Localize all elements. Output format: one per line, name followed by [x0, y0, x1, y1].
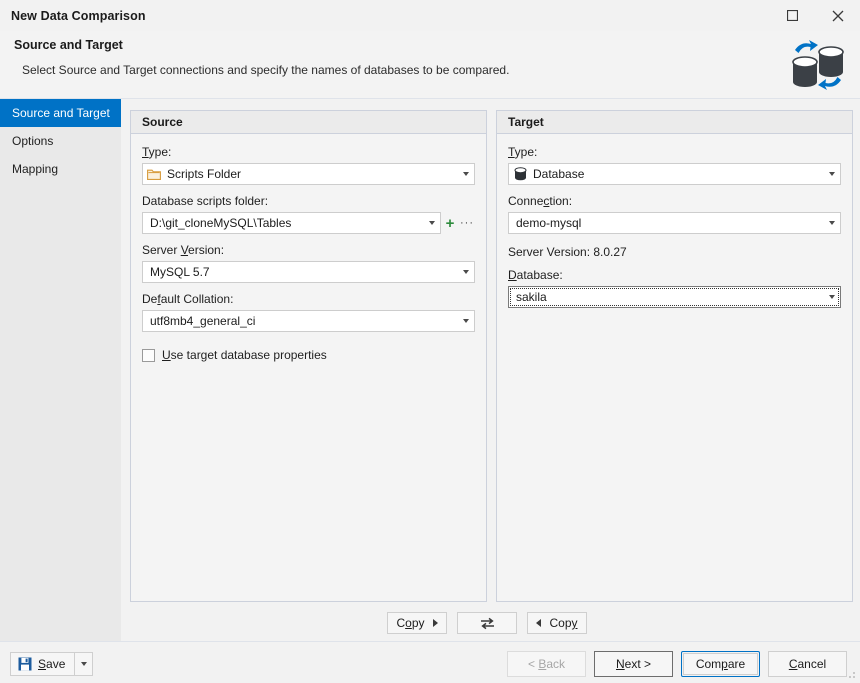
data-comparison-logo	[787, 34, 849, 96]
save-split-button: Save	[10, 652, 94, 676]
page-title: Source and Target	[14, 38, 123, 52]
wizard-header: Source and Target Select Source and Targ…	[0, 31, 860, 99]
maximize-button[interactable]	[770, 0, 815, 31]
cancel-button[interactable]: Cancel	[768, 651, 847, 677]
plus-icon: +	[445, 214, 455, 232]
copy-to-target-label: Copy	[396, 616, 425, 630]
database-sync-icon	[792, 40, 844, 90]
target-connection-dropdown-arrow[interactable]	[823, 213, 840, 233]
source-folder-row: D:\git_cloneMySQL\Tables + ···	[142, 212, 475, 234]
browse-folder-button[interactable]: ···	[459, 213, 475, 233]
target-type-value: Database	[533, 167, 585, 181]
compare-label: Compare	[695, 657, 746, 671]
window-title: New Data Comparison	[11, 8, 146, 23]
source-type-value: Scripts Folder	[167, 167, 242, 181]
source-type-dropdown-arrow[interactable]	[457, 164, 474, 184]
source-collation-label: Default Collation:	[142, 292, 234, 306]
target-connection-combo[interactable]: demo-mysql	[508, 212, 841, 234]
sidebar-item-source-and-target[interactable]: Source and Target	[0, 99, 121, 127]
use-target-properties-row[interactable]: Use target database properties	[142, 348, 475, 362]
copy-to-source-label: Copy	[549, 616, 578, 630]
target-type-combo[interactable]: Database	[508, 163, 841, 185]
sidebar-item-label: Source and Target	[12, 106, 110, 120]
save-icon	[18, 657, 32, 671]
source-type-combo[interactable]: Scripts Folder	[142, 163, 475, 185]
close-button[interactable]	[815, 0, 860, 31]
source-panel: Source Type: Scripts Folder Database scr…	[130, 110, 487, 602]
target-server-version-text: Server Version: 8.0.27	[508, 245, 627, 259]
save-button[interactable]: Save	[10, 652, 75, 676]
copy-controls-bar: Copy Copy	[121, 612, 853, 634]
compare-button-focus-ring: Compare	[681, 651, 760, 677]
target-type-dropdown-arrow[interactable]	[823, 164, 840, 184]
source-collation-dropdown-arrow[interactable]	[457, 311, 474, 331]
target-database-label: Database:	[508, 268, 563, 282]
copy-to-source-button[interactable]: Copy	[527, 612, 587, 634]
target-panel-body: Type: Database Connection: demo-mysql Se…	[497, 134, 852, 308]
back-label: < Back	[527, 657, 566, 671]
target-database-combo[interactable]: sakila	[508, 286, 841, 308]
target-connection-label: Connection:	[508, 194, 573, 208]
title-bar: New Data Comparison	[0, 0, 860, 31]
source-panel-body: Type: Scripts Folder Database scripts fo…	[131, 134, 486, 362]
target-panel: Target Type: Database Connection: demo-m…	[496, 110, 853, 602]
close-icon	[832, 10, 843, 21]
use-target-properties-label: Use target database properties	[162, 348, 327, 362]
source-server-version-combo[interactable]: MySQL 5.7	[142, 261, 475, 283]
source-folder-dropdown-arrow[interactable]	[423, 213, 440, 233]
navigation-buttons: < Back Next > Compare Cancel	[507, 651, 847, 677]
source-folder-combo[interactable]: D:\git_cloneMySQL\Tables	[142, 212, 441, 234]
dialog-footer: Save < Back Next > Compare Cancel	[0, 641, 860, 683]
save-label: Save	[38, 657, 66, 671]
source-type-label: Type:	[142, 145, 172, 159]
wizard-body: Source and Target Options Mapping Source…	[0, 99, 860, 641]
source-server-version-value: MySQL 5.7	[150, 265, 210, 279]
target-panel-heading: Target	[497, 111, 852, 134]
sidebar-item-label: Options	[12, 134, 54, 148]
window-controls	[770, 0, 860, 31]
next-button[interactable]: Next >	[594, 651, 673, 677]
swap-icon	[480, 617, 494, 629]
sidebar-item-mapping[interactable]: Mapping	[0, 155, 121, 183]
swap-source-target-button[interactable]	[457, 612, 517, 634]
target-database-dropdown-arrow[interactable]	[823, 287, 840, 307]
source-panel-heading: Source	[131, 111, 486, 134]
target-type-label: Type:	[508, 145, 538, 159]
cancel-label: Cancel	[788, 657, 827, 671]
back-button[interactable]: < Back	[507, 651, 586, 677]
add-folder-button[interactable]: +	[442, 213, 458, 233]
source-server-version-dropdown-arrow[interactable]	[457, 262, 474, 282]
save-dropdown-button[interactable]	[74, 652, 94, 676]
source-collation-combo[interactable]: utf8mb4_general_ci	[142, 310, 475, 332]
source-collation-value: utf8mb4_general_ci	[150, 314, 256, 328]
sidebar-item-options[interactable]: Options	[0, 127, 121, 155]
page-subtitle: Select Source and Target connections and…	[22, 63, 510, 77]
ellipsis-icon: ···	[460, 216, 474, 229]
folder-icon	[143, 168, 165, 180]
use-target-properties-checkbox[interactable]	[142, 348, 155, 362]
chevron-down-icon	[80, 662, 87, 666]
target-database-value: sakila	[516, 290, 547, 304]
compare-button[interactable]: Compare	[683, 653, 758, 675]
source-folder-label: Database scripts folder:	[142, 194, 269, 208]
maximize-icon	[787, 10, 798, 21]
source-server-version-label: Server Version:	[142, 243, 225, 257]
resize-grip[interactable]	[845, 668, 857, 680]
wizard-content: Source Type: Scripts Folder Database scr…	[121, 99, 860, 641]
arrow-left-icon	[536, 619, 542, 627]
sidebar-item-label: Mapping	[12, 162, 59, 176]
source-folder-value: D:\git_cloneMySQL\Tables	[150, 216, 292, 230]
next-label: Next >	[615, 657, 652, 671]
wizard-steps-sidebar: Source and Target Options Mapping	[0, 99, 121, 641]
database-icon	[509, 167, 531, 181]
target-connection-value: demo-mysql	[516, 216, 582, 230]
copy-to-target-button[interactable]: Copy	[387, 612, 447, 634]
arrow-right-icon	[432, 619, 438, 627]
